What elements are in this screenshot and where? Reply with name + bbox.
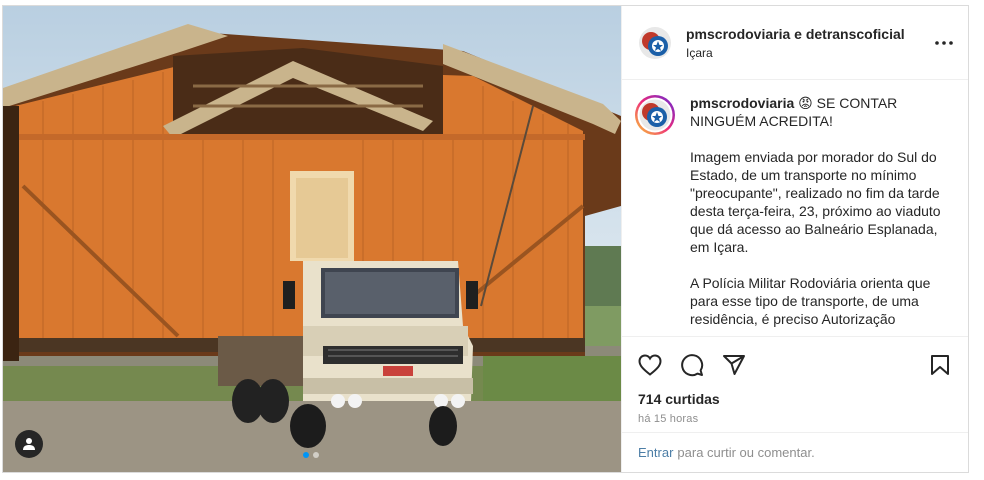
post-side-panel: pmscrodoviaria e detranscoficial Içara p… xyxy=(621,6,968,472)
carousel-dot-active xyxy=(303,452,309,458)
post-actions: 714 curtidas há 15 horas xyxy=(622,336,968,432)
paper-plane-icon xyxy=(723,355,745,375)
user-silhouette-icon xyxy=(23,438,35,450)
comment-prompt: Entrar para curtir ou comentar. xyxy=(622,432,968,472)
caption-username[interactable]: pmscrodoviaria xyxy=(690,95,794,111)
login-link[interactable]: Entrar xyxy=(638,445,673,460)
caption-emoji: 😡 xyxy=(798,95,813,111)
post-image[interactable] xyxy=(3,6,621,472)
share-button[interactable] xyxy=(722,353,746,377)
caption-paragraph: Imagem enviada por morador do Sul do Est… xyxy=(690,149,941,255)
like-button[interactable] xyxy=(638,353,662,377)
post-author[interactable]: pmscrodoviaria e detranscoficial xyxy=(686,26,932,42)
carousel-indicator xyxy=(303,452,319,458)
tagged-users-button[interactable] xyxy=(15,430,43,458)
caption-text: pmscrodoviaria 😡 SE CONTAR NINGUÉM ACRED… xyxy=(690,94,952,336)
comment-prompt-text: para curtir ou comentar. xyxy=(677,445,815,460)
instagram-post: pmscrodoviaria e detranscoficial Içara p… xyxy=(2,5,969,473)
caption-paragraph: A Polícia Militar Rodoviária orienta que… xyxy=(690,275,931,327)
heart-icon xyxy=(638,354,662,376)
more-horizontal-icon xyxy=(935,40,953,45)
post-location[interactable]: Içara xyxy=(686,46,932,60)
comment-bubble-icon xyxy=(681,354,704,377)
like-count[interactable]: 714 curtidas xyxy=(638,391,952,407)
post-header-text: pmscrodoviaria e detranscoficial Içara xyxy=(686,26,932,60)
action-bar xyxy=(638,337,952,393)
post-header: pmscrodoviaria e detranscoficial Içara xyxy=(622,6,968,80)
caption-author-avatar[interactable] xyxy=(634,94,676,136)
caption-scroll-area[interactable]: pmscrodoviaria 😡 SE CONTAR NINGUÉM ACRED… xyxy=(622,80,968,336)
bookmark-icon xyxy=(931,355,949,375)
post-timestamp[interactable]: há 15 horas xyxy=(638,413,952,425)
comment-button[interactable] xyxy=(680,353,704,377)
more-options-button[interactable] xyxy=(932,31,956,55)
account-avatar[interactable] xyxy=(638,26,672,60)
house-on-truck-photo xyxy=(3,24,621,472)
save-button[interactable] xyxy=(928,353,952,377)
carousel-dot xyxy=(313,452,319,458)
